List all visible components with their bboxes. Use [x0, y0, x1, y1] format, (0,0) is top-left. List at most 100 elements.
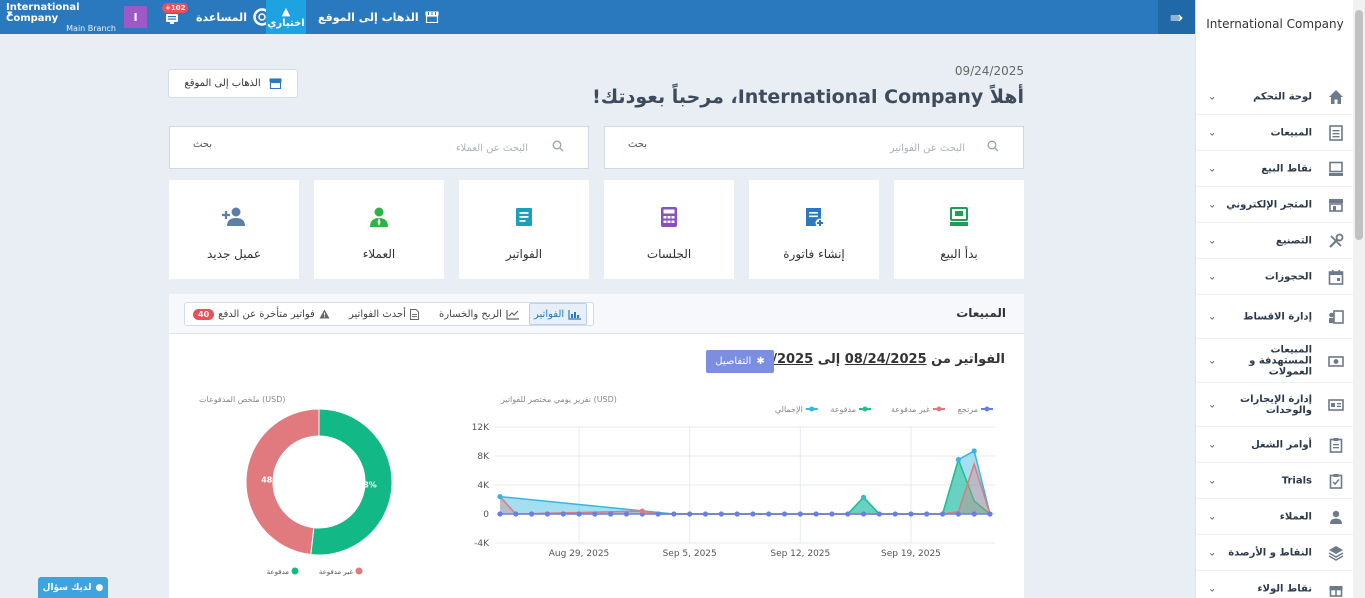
tile-sessions[interactable]: الجلسات [604, 180, 734, 279]
data-point [892, 511, 898, 517]
sidebar-item-rentals[interactable]: إدارة الإيجارات والوحدات ⌄ [1196, 383, 1354, 427]
sidebar-item-label: العملاء [1279, 511, 1312, 522]
tile-create-invoice[interactable]: إنشاء فاتورة [749, 180, 879, 279]
data-point [845, 511, 851, 517]
sidebar-item-loyalty[interactable]: نقاط الولاء ⌄ [1196, 571, 1354, 598]
details-button[interactable]: التفاصيل ✱ [706, 350, 774, 373]
sidebar-item-label: نقاط البيع [1261, 163, 1312, 174]
sales-panel: المبيعات 40 فواتير متأخرة عن الدفع أحدث … [169, 294, 1024, 598]
layers-icon [1328, 545, 1344, 561]
sidebar-item-targets-commissions[interactable]: المبيعات المستهدفة و العمولات ⌄ [1196, 339, 1354, 383]
tile-label: إنشاء فاتورة [783, 247, 845, 261]
sidebar-item-points-balances[interactable]: النقاط و الأرصدة ⌄ [1196, 535, 1354, 571]
sidebar-item-label: الحجوزات [1264, 271, 1312, 282]
sidebar-item-pos[interactable]: نقاط البيع ⌄ [1196, 151, 1354, 187]
sidebar-item-sales[interactable]: المبيعات ⌄ [1196, 115, 1354, 151]
daily-invoices-chart: مرتجع غير مدفوعة مدفوعة الإجمالي 12K 8K 4K 0 -4K… [472, 405, 995, 559]
legend-label: مرتجع [958, 405, 978, 414]
store-icon [269, 78, 282, 89]
data-point [544, 511, 551, 517]
data-point [860, 494, 867, 500]
installments-icon [1329, 309, 1344, 324]
sidebar-item-label: لوحة التحكم [1253, 91, 1312, 102]
late-invoices-count: 40 [193, 308, 215, 320]
data-point [924, 511, 930, 517]
rental-icon [1328, 398, 1344, 411]
invoice-search-input[interactable]: البحث عن الفواتير [890, 143, 965, 154]
current-date: 09/24/2025 [954, 64, 1024, 78]
sidebar-item-label: إدارة الإيجارات والوحدات [1240, 393, 1312, 416]
goto-site-button[interactable]: الذهاب إلى الموقع [168, 69, 298, 98]
page-scrollbar[interactable] [1353, 0, 1365, 598]
menu-toggle-icon[interactable]: ⇛ [1158, 0, 1195, 34]
legend-marker [936, 406, 942, 412]
tab-late-invoices[interactable]: 40 فواتير متأخرة عن الدفع [193, 303, 330, 325]
sidebar-item-bookings[interactable]: الحجوزات ⌄ [1196, 259, 1354, 295]
data-point [734, 511, 740, 517]
tile-invoices[interactable]: الفواتير [459, 180, 589, 279]
data-point [529, 511, 535, 517]
legend-item: غير مدفوعة [891, 405, 945, 414]
chevron-down-icon: ⌄ [1208, 511, 1217, 522]
series-line [499, 449, 991, 515]
sidebar-item-work-orders[interactable]: أوامر الشغل ⌄ [1196, 427, 1354, 463]
user-avatar[interactable]: I [124, 6, 147, 28]
tab-profit-loss[interactable]: الربح والخسارة [439, 303, 520, 325]
tile-start-selling[interactable]: بدأ البيع [894, 180, 1024, 279]
client-search-box[interactable]: بحث البحث عن العملاء [169, 126, 589, 169]
invoice-search-box[interactable]: بحث البحث عن الفواتير [604, 126, 1024, 169]
data-point [623, 511, 630, 517]
pos-icon [950, 207, 968, 226]
tab-latest-invoices[interactable]: أحدث الفواتير [349, 303, 419, 325]
sidebar-item-label: إدارة الاقساط [1243, 311, 1312, 322]
sidebar-item-manufacturing[interactable]: التصنيع ⌄ [1196, 223, 1354, 259]
scrollbar-thumb[interactable] [1355, 10, 1363, 240]
tile-label: الجلسات [646, 247, 692, 261]
sales-tabs: 40 فواتير متأخرة عن الدفع أحدث الفواتير … [184, 302, 594, 326]
tile-clients[interactable]: العملاء [314, 180, 444, 279]
legend-marker [291, 567, 299, 575]
company-dropdown[interactable]: ▼ International Company Main Branch [6, 0, 116, 34]
data-point [671, 511, 677, 517]
user-tie-icon [1330, 510, 1342, 524]
data-point [987, 511, 993, 517]
help-menu[interactable]: المساعدة [196, 0, 271, 34]
chevron-down-icon: ⌄ [1208, 199, 1217, 210]
legend-item: الإجمالي [775, 405, 818, 415]
sidebar-item-clients[interactable]: العملاء ⌄ [1196, 499, 1354, 535]
data-point [860, 511, 867, 517]
help-question-button[interactable]: لديك سؤال ● [38, 577, 108, 598]
sidebar-nav: لوحة التحكم ⌄ المبيعات ⌄ نقاط البيع ⌄ ال… [1196, 79, 1354, 598]
trial-button[interactable]: ▲ اختياري [266, 0, 306, 34]
sales-panel-header: المبيعات 40 فواتير متأخرة عن الدفع أحدث … [169, 294, 1024, 334]
data-point [497, 494, 503, 500]
bar-chart-icon [568, 309, 582, 320]
client-search-input[interactable]: البحث عن العملاء [456, 143, 528, 154]
goto-site-link[interactable]: الذهاب إلى الموقع [318, 0, 439, 34]
range-from[interactable]: 08/24/2025 [845, 352, 927, 367]
sidebar: International Company لوحة التحكم ⌄ المب… [1195, 0, 1354, 598]
chevron-down-icon: ⌄ [1208, 583, 1217, 594]
sidebar-item-label: Trials [1281, 475, 1312, 486]
x-tick-label: Sep 19, 2025 [881, 549, 941, 559]
legend-marker [862, 406, 868, 412]
tab-invoices[interactable]: الفواتير [529, 303, 588, 325]
data-point [971, 511, 977, 517]
sidebar-item-dashboard[interactable]: لوحة التحكم ⌄ [1196, 79, 1354, 115]
tile-label: بدأ البيع [940, 247, 978, 261]
file-icon [409, 308, 419, 320]
data-point [592, 511, 598, 517]
data-point [766, 511, 772, 517]
data-point [513, 511, 519, 517]
sidebar-item-online-store[interactable]: المتجر الإلكتروني ⌄ [1196, 187, 1354, 223]
search-icon [552, 140, 564, 152]
sidebar-item-trials[interactable]: Trials ⌄ [1196, 463, 1354, 499]
tile-new-client[interactable]: عميل جديد [169, 180, 299, 279]
chevron-down-icon: ⌄ [1208, 163, 1217, 174]
legend-label: مدفوعة [267, 568, 290, 576]
chevron-down-icon: ⌄ [1208, 311, 1217, 322]
invoice-icon [516, 208, 532, 226]
warning-icon [319, 309, 330, 319]
sidebar-item-installments[interactable]: إدارة الاقساط ⌄ [1196, 295, 1354, 339]
store-icon [425, 11, 439, 23]
